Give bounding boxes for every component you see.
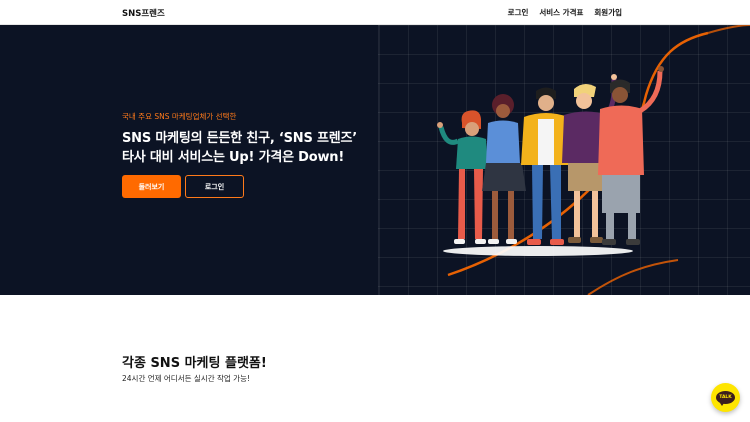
kakao-talk-button[interactable]: TALK xyxy=(711,383,740,412)
nav-signup-link[interactable]: 회원가입 xyxy=(594,7,622,18)
talk-label: TALK xyxy=(719,395,732,400)
main-nav: 로그인 서비스 가격표 회원가입 xyxy=(508,7,622,18)
hero-eyebrow: 국내 주요 SNS 마케팅업체가 선택한 xyxy=(122,112,237,121)
site-logo[interactable]: SNS프렌즈 xyxy=(122,7,165,19)
hero-login-button[interactable]: 로그인 xyxy=(185,175,244,198)
top-navbar: SNS프렌즈 로그인 서비스 가격표 회원가입 xyxy=(0,0,750,25)
hero-headline-line-1: SNS 마케팅의 든든한 친구, ‘SNS 프렌즈’ xyxy=(122,131,357,146)
nav-pricing-link[interactable]: 서비스 가격표 xyxy=(539,7,583,18)
kakao-talk-icon: TALK xyxy=(716,391,735,406)
hero-headline-line-2: 타사 대비 서비스는 Up! 가격은 Down! xyxy=(122,150,345,165)
group-of-friends-illustration xyxy=(437,25,750,295)
hero-headline: SNS 마케팅의 든든한 친구, ‘SNS 프렌즈’ 타사 대비 서비스는 Up… xyxy=(122,129,357,167)
platforms-section-title: 각종 SNS 마케팅 플랫폼! xyxy=(122,356,267,371)
nav-login-link[interactable]: 로그인 xyxy=(508,7,529,18)
hero-section: 국내 주요 SNS 마케팅업체가 선택한 SNS 마케팅의 든든한 친구, ‘S… xyxy=(0,25,750,295)
platforms-section-subtitle: 24시간 언제 어디서든 실시간 작업 가능! xyxy=(122,374,250,383)
browse-button[interactable]: 둘러보기 xyxy=(122,175,181,198)
